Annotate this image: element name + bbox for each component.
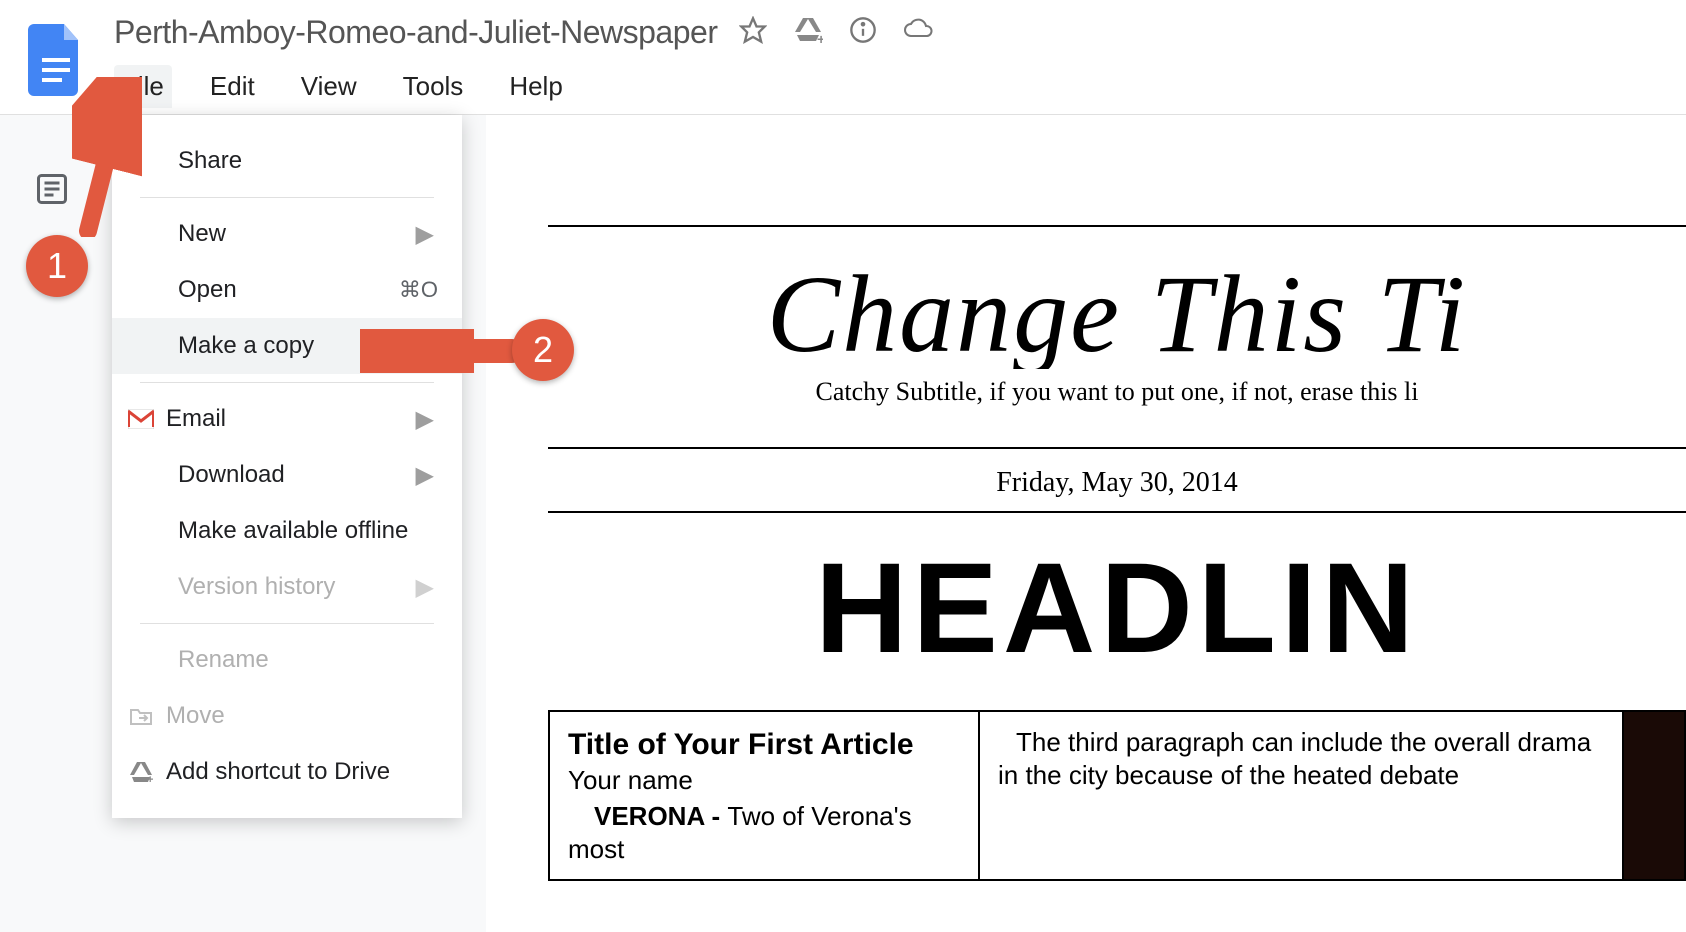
file-share[interactable]: Share bbox=[112, 133, 462, 189]
article-column-1[interactable]: Title of Your First Article Your name VE… bbox=[550, 712, 980, 879]
app-header: Perth-Amboy-Romeo-and-Juliet-Newspaper +… bbox=[0, 0, 1686, 115]
file-download[interactable]: Download ▶ bbox=[112, 447, 462, 503]
file-add-shortcut[interactable]: + Add shortcut to Drive bbox=[112, 744, 462, 800]
annotation-arrow-2 bbox=[360, 329, 520, 373]
file-make-a-copy-label: Make a copy bbox=[178, 332, 314, 360]
file-add-shortcut-label: Add shortcut to Drive bbox=[166, 758, 390, 786]
document-title[interactable]: Perth-Amboy-Romeo-and-Juliet-Newspaper bbox=[114, 14, 717, 51]
file-share-label: Share bbox=[178, 147, 242, 175]
menu-edit[interactable]: Edit bbox=[202, 65, 263, 108]
star-icon[interactable] bbox=[739, 16, 767, 49]
move-icon bbox=[126, 706, 156, 726]
submenu-arrow-icon: ▶ bbox=[416, 461, 434, 490]
info-icon[interactable] bbox=[849, 16, 877, 49]
file-make-available-offline[interactable]: Make available offline bbox=[112, 503, 462, 559]
annotation-callout-2: 2 bbox=[512, 319, 574, 381]
menu-help[interactable]: Help bbox=[501, 65, 570, 108]
main-area: Share New ▶ Open ⌘O Make a copy Email ▶ … bbox=[0, 115, 1686, 932]
article-column-2[interactable]: The third paragraph can include the over… bbox=[980, 712, 1624, 879]
dropdown-separator bbox=[140, 382, 434, 383]
newspaper-subtitle[interactable]: Catchy Subtitle, if you want to put one,… bbox=[548, 377, 1686, 407]
file-version-history: Version history ▶ bbox=[112, 559, 462, 615]
article-paragraph[interactable]: The third paragraph can include the over… bbox=[998, 726, 1604, 791]
newspaper-masthead[interactable]: Change This Ti bbox=[548, 259, 1686, 369]
article-columns: Title of Your First Article Your name VE… bbox=[548, 710, 1686, 881]
newspaper-date[interactable]: Friday, May 30, 2014 bbox=[548, 449, 1686, 511]
menu-view[interactable]: View bbox=[293, 65, 365, 108]
svg-text:+: + bbox=[817, 31, 823, 44]
svg-text:+: + bbox=[147, 774, 153, 783]
rule-line bbox=[548, 225, 1686, 227]
file-new-label: New bbox=[178, 220, 226, 248]
article-title[interactable]: Title of Your First Article bbox=[568, 726, 960, 764]
dropdown-separator bbox=[140, 197, 434, 198]
dropdown-separator bbox=[140, 623, 434, 624]
gmail-icon bbox=[126, 409, 156, 429]
menu-tools[interactable]: Tools bbox=[395, 65, 472, 108]
file-download-label: Download bbox=[178, 461, 285, 489]
file-open[interactable]: Open ⌘O bbox=[112, 262, 462, 318]
annotation-callout-1: 1 bbox=[26, 235, 88, 297]
article-byline[interactable]: Your name bbox=[568, 764, 960, 797]
file-new[interactable]: New ▶ bbox=[112, 206, 462, 262]
cloud-icon[interactable] bbox=[903, 16, 935, 49]
dateline[interactable]: VERONA - bbox=[594, 801, 727, 831]
article-column-3-image[interactable] bbox=[1624, 712, 1684, 879]
file-open-label: Open bbox=[178, 276, 237, 304]
submenu-arrow-icon: ▶ bbox=[416, 405, 434, 434]
file-offline-label: Make available offline bbox=[178, 517, 408, 545]
file-rename-label: Rename bbox=[178, 646, 269, 674]
drive-shortcut-icon: + bbox=[126, 761, 156, 783]
document-canvas[interactable]: Change This Ti Catchy Subtitle, if you w… bbox=[486, 115, 1686, 932]
outline-icon[interactable] bbox=[34, 171, 70, 212]
file-rename: Rename bbox=[112, 632, 462, 688]
file-email[interactable]: Email ▶ bbox=[112, 391, 462, 447]
drive-add-icon[interactable]: + bbox=[793, 16, 823, 49]
file-move-label: Move bbox=[166, 702, 225, 730]
submenu-arrow-icon: ▶ bbox=[416, 573, 434, 602]
file-email-label: Email bbox=[166, 405, 226, 433]
annotation-arrow-1 bbox=[72, 77, 142, 237]
menu-bar: File Edit View Tools Help bbox=[114, 65, 935, 108]
rule-line bbox=[548, 511, 1686, 513]
open-shortcut: ⌘O bbox=[399, 277, 438, 303]
submenu-arrow-icon: ▶ bbox=[416, 220, 434, 249]
file-dropdown: Share New ▶ Open ⌘O Make a copy Email ▶ … bbox=[112, 115, 462, 818]
newspaper-headline[interactable]: HEADLIN bbox=[548, 535, 1686, 682]
file-move: Move bbox=[112, 688, 462, 744]
file-version-history-label: Version history bbox=[178, 573, 335, 601]
